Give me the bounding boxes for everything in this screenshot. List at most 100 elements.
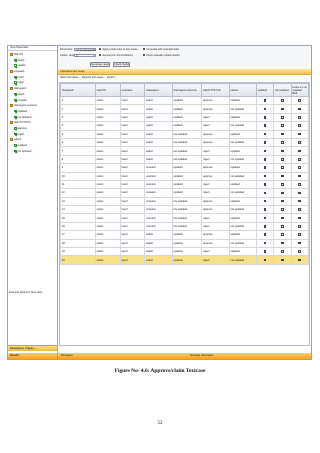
test-case-toolbar[interactable]: Save test cases ... Restore test cases .… [58, 75, 311, 80]
row-checkbox[interactable] [298, 258, 302, 262]
row-checkbox[interactable] [281, 241, 284, 245]
row-checkbox[interactable] [281, 124, 284, 127]
row-checkbox[interactable] [263, 141, 267, 144]
row-checkbox[interactable] [263, 107, 267, 111]
row-checkbox[interactable] [263, 250, 267, 253]
row-checkbox[interactable] [263, 149, 267, 153]
row-checkbox[interactable] [263, 191, 267, 195]
row-checkbox[interactable] [298, 216, 302, 220]
account-null-checkbox[interactable]: Account for null conditions [99, 54, 133, 57]
row-checkbox[interactable] [281, 141, 284, 144]
generate-example-checkbox[interactable]: Generate with example data [143, 48, 179, 51]
row-checkbox[interactable] [298, 166, 302, 169]
row-checkbox[interactable] [263, 208, 267, 211]
table-row[interactable]: 10 select insert unselect updated approve not … [60, 171, 309, 181]
row-checkbox[interactable] [281, 115, 284, 119]
table-row[interactable]: 14 select insert unselect not updated approve… [60, 205, 309, 215]
table-row[interactable]: 18 select reject select updated approve not up… [60, 238, 309, 249]
table-row[interactable]: 4 select insert select updated reject not upda… [60, 121, 309, 131]
table-row[interactable]: 13 select insert unselect not updated approve… [60, 196, 309, 207]
row-checkbox[interactable] [263, 124, 267, 127]
tab-results[interactable]: Results [8, 353, 57, 359]
tab-parameters-types[interactable]: Parameters | Types ... [8, 345, 57, 351]
tree-item[interactable]: not updated [9, 149, 57, 155]
row-checkbox[interactable] [263, 258, 267, 262]
table-row[interactable]: 2 select insert select updated approve not upd… [60, 104, 309, 114]
row-checkbox[interactable] [263, 166, 267, 169]
row-checkbox[interactable] [263, 233, 267, 237]
table-row[interactable]: 11 select insert unselect updated reject updat… [60, 179, 309, 190]
row-checkbox[interactable] [263, 157, 267, 161]
row-checkbox[interactable] [263, 174, 267, 178]
depth-select[interactable]: 3 ▾ [74, 53, 96, 58]
row-checkbox[interactable] [298, 191, 302, 195]
table-row[interactable]: 1 select insert select updated approve updated [60, 95, 309, 106]
row-checkbox[interactable] [281, 258, 284, 262]
row-checkbox[interactable] [281, 216, 284, 220]
row-checkbox[interactable] [298, 183, 302, 186]
row-checkbox[interactable] [281, 208, 284, 211]
dimension-select[interactable]: All Combinations ▾ [74, 47, 96, 52]
table-row[interactable]: 9 select insert unselect updated approve updat… [60, 163, 309, 173]
row-checkbox[interactable] [298, 107, 302, 111]
table-row[interactable]: 17 select reject select updated approve update… [60, 230, 309, 240]
keep-edited-checkbox[interactable]: Keep manually edited results [143, 54, 180, 57]
row-checkbox[interactable] [263, 183, 267, 186]
row-checkbox[interactable] [263, 99, 267, 102]
row-checkbox[interactable] [263, 225, 267, 228]
row-checkbox[interactable] [298, 132, 302, 136]
row-checkbox[interactable] [281, 225, 284, 228]
messages-tab[interactable]: Messages [61, 353, 73, 359]
table-row[interactable]: 7 select insert select not updated reject upda… [60, 146, 309, 156]
row-checkbox[interactable] [298, 149, 302, 153]
column-header[interactable]: claimagent-outcome [171, 83, 203, 97]
column-header[interactable]: submit [228, 83, 257, 97]
row-checkbox[interactable] [298, 115, 302, 119]
row-checkbox[interactable] [281, 166, 284, 169]
row-checkbox[interactable] [281, 132, 284, 136]
row-checkbox[interactable] [298, 225, 302, 228]
row-checkbox[interactable] [281, 107, 284, 111]
row-checkbox[interactable] [263, 199, 267, 203]
table-row[interactable]: 15 select insert unselect not updated reject u… [60, 213, 309, 223]
column-header[interactable]: claimTS [94, 83, 121, 97]
row-checkbox[interactable] [281, 191, 284, 195]
table-row[interactable]: 6 select insert select not updated approve not… [60, 137, 309, 148]
row-checkbox[interactable] [298, 250, 302, 253]
row-checkbox[interactable] [281, 183, 284, 186]
row-checkbox[interactable] [281, 99, 284, 102]
check-model-button[interactable]: Check Model [113, 61, 130, 67]
column-header[interactable]: claimagent [144, 83, 173, 97]
column-header[interactable]: exists on not updated filed [290, 83, 309, 97]
row-checkbox[interactable] [263, 132, 267, 136]
row-checkbox[interactable] [298, 233, 302, 237]
column-header[interactable]: updated [255, 83, 275, 97]
testcase-description-tab[interactable]: Testcase description [190, 353, 214, 359]
row-checkbox[interactable] [263, 115, 267, 119]
row-checkbox[interactable] [298, 99, 302, 102]
row-checkbox[interactable] [263, 216, 267, 220]
row-checkbox[interactable] [298, 174, 302, 178]
row-checkbox[interactable] [298, 199, 302, 203]
row-checkbox[interactable] [281, 250, 284, 253]
column-header[interactable]: emprates [119, 83, 146, 97]
column-header[interactable]: claimTS*STUS [201, 83, 230, 97]
row-checkbox[interactable] [298, 141, 302, 144]
table-row[interactable]: 12 select insert unselect updated reject not u… [60, 188, 309, 198]
table-row[interactable]: 8 select insert select not updated reject not … [60, 154, 309, 165]
row-checkbox[interactable] [298, 208, 302, 211]
table-row[interactable]: 3 select insert select updated reject updated [60, 112, 309, 123]
row-checkbox[interactable] [281, 149, 284, 153]
generate-cases-button[interactable]: Generate cases [90, 61, 110, 67]
column-header[interactable]: Testcase# [60, 83, 96, 97]
row-checkbox[interactable] [281, 233, 284, 237]
row-checkbox[interactable] [263, 241, 267, 245]
apply-rules-checkbox[interactable]: Apply result rules to test cases [99, 48, 138, 51]
row-checkbox[interactable] [298, 124, 302, 127]
table-row[interactable]: 20 select reject select updated reject not upd… [60, 255, 309, 265]
row-checkbox[interactable] [298, 157, 302, 161]
row-checkbox[interactable] [298, 241, 302, 245]
row-checkbox[interactable] [281, 157, 284, 161]
row-checkbox[interactable] [281, 199, 284, 203]
table-row[interactable]: 16 select insert unselect not updated reject n… [60, 221, 309, 232]
